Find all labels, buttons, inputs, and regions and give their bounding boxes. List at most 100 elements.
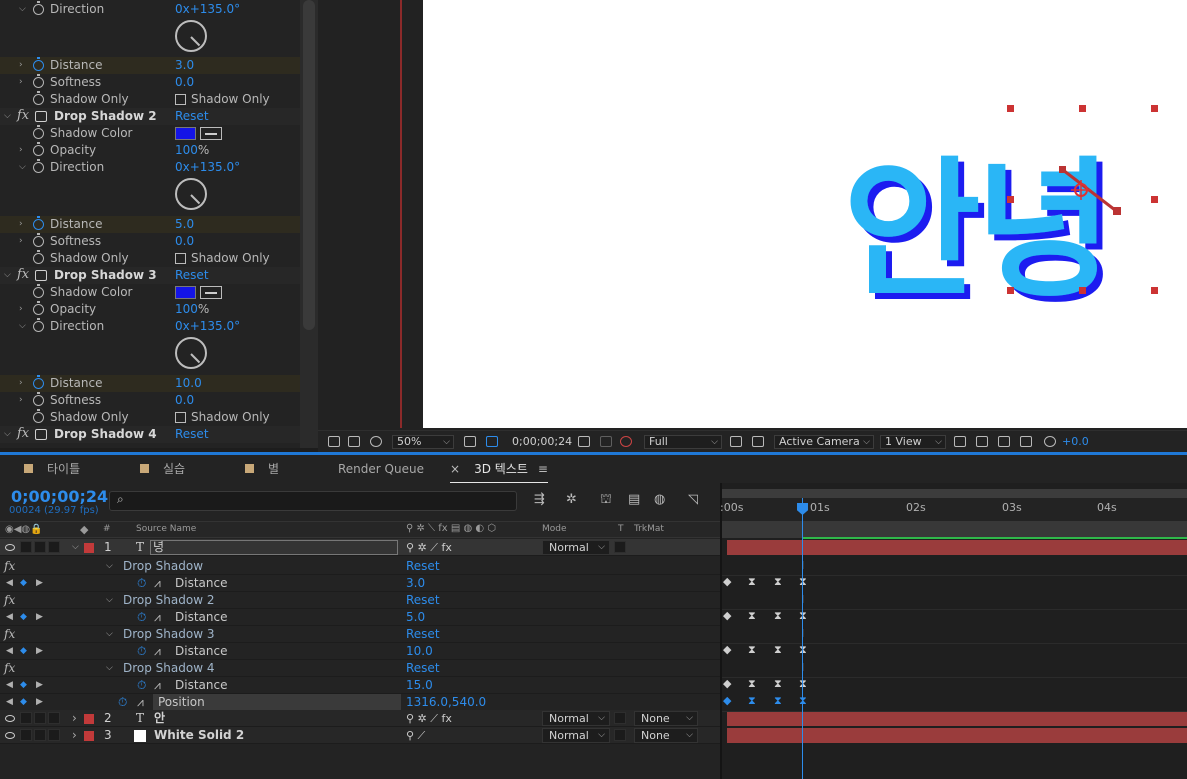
transparency-grid-icon[interactable] [752,436,764,447]
add-keyframe-icon[interactable]: ◆ [20,609,27,626]
effect-controls-scroll-thumb[interactable] [303,0,315,330]
property-row[interactable]: ◀ ◆ ▶ ⏱ ⩘ Position 1316.0,540.0 [0,694,720,711]
region-icon[interactable] [486,436,498,447]
channel-icon[interactable] [620,436,632,447]
reset-link[interactable]: Reset [175,108,209,125]
layer-duration-bar[interactable] [727,728,1187,743]
visibility-eye-icon[interactable] [5,544,15,551]
fx-icon[interactable]: fx [4,626,15,643]
property-number[interactable]: 100 [175,302,198,316]
layer-name[interactable]: White Solid 2 [154,727,244,744]
property-value[interactable]: 0.0 [175,74,194,91]
property-number[interactable]: 3.0 [175,58,194,72]
stopwatch-icon[interactable]: ⏱ [137,609,146,626]
stopwatch-icon[interactable] [33,1,44,15]
twirl-closed-icon[interactable]: › [19,233,23,250]
layer-switches[interactable]: ⚲ ⟋ [406,727,425,744]
graph-icon[interactable]: ⩘ [154,609,161,626]
effect-row[interactable]: fx ⌵ Drop Shadow 3 Reset [0,626,720,643]
twirl-open-icon[interactable]: ⌵ [19,159,26,176]
exposure-value[interactable]: +0.0 [1062,431,1089,453]
layer-name[interactable]: 안 [154,710,165,727]
stopwatch-icon[interactable]: ⏱ [118,694,127,711]
flowchart-icon[interactable] [1020,436,1032,447]
stopwatch-icon[interactable] [33,142,44,156]
keyframe[interactable]: ⧗ [748,609,756,623]
layer-name[interactable]: 녕 [150,540,398,555]
fx-toggle-icon[interactable]: fx [17,107,29,124]
fx-toggle-icon[interactable]: fx [17,425,29,442]
keyframe[interactable]: ◆ [723,694,731,707]
time-navigator[interactable] [722,521,1187,538]
twirl-open-icon[interactable]: ⌵ [4,108,11,125]
shadow-only-checkbox[interactable] [175,94,186,105]
prev-keyframe-icon[interactable]: ◀ [6,575,13,592]
effect-row[interactable]: fx ⌵ Drop Shadow 4 Reset [0,660,720,677]
stopwatch-icon[interactable]: ⏱ [137,575,146,592]
mask-icon[interactable] [370,436,382,447]
property-value[interactable]: 0x+135.0° [175,159,240,176]
shadow-only-checkbox[interactable] [175,412,186,423]
keyframe[interactable]: ⧗ [774,694,782,708]
property-value[interactable]: 100% [175,142,209,159]
effect-property-row[interactable]: › Distance 5.0 [0,216,300,233]
layer-row[interactable]: › 2 T 안 ⚲ ✲ ⟋ fx Normal ⌵ None ⌵ [0,710,720,727]
property-row[interactable]: ◀ ◆ ▶ ⏱ ⩘ Distance 10.0 [0,643,720,660]
effect-property-row[interactable]: ⌵ Direction 0x+135.0° [0,318,300,335]
effect-row[interactable]: fx ⌵ Drop Shadow 2 Reset [0,592,720,609]
graph-icon[interactable]: ⩘ [154,677,161,694]
twirl-open-icon[interactable]: ⌵ [19,318,26,335]
label-color-swatch[interactable] [84,731,94,741]
twirl-closed-icon[interactable]: › [19,74,23,91]
twirl-open-icon[interactable]: ⌵ [106,558,113,575]
property-value[interactable]: 5.0 [406,609,425,626]
visibility-eye-icon[interactable] [5,715,15,722]
stopwatch-icon[interactable] [33,392,44,406]
reset-link[interactable]: Reset [406,660,440,677]
property-number[interactable]: 0x+135.0° [175,319,240,333]
fx-icon[interactable]: fx [4,558,15,575]
reset-link[interactable]: Reset [406,558,440,575]
stopwatch-icon[interactable] [33,125,44,139]
grid-icon[interactable] [464,436,476,447]
twirl-open-icon[interactable]: ⌵ [106,660,113,677]
layer-duration-bar[interactable] [727,540,1187,555]
effect-property-row[interactable]: ⌵ Direction 0x+135.0° [0,1,300,18]
property-value[interactable]: 0.0 [175,392,194,409]
draft-3d-icon[interactable]: ✲ [566,492,577,507]
graph-icon[interactable]: ⩘ [154,643,161,660]
graph-icon[interactable]: ⩘ [154,575,161,592]
add-keyframe-icon[interactable]: ◆ [20,643,27,660]
property-row[interactable]: ◀ ◆ ▶ ⏱ ⩘ Distance 15.0 [0,677,720,694]
blend-mode-dropdown[interactable]: Normal ⌵ [542,728,610,743]
effect-property-row[interactable]: Shadow Only Shadow Only [0,91,300,108]
stopwatch-icon[interactable] [33,159,44,173]
property-value[interactable]: 3.0 [406,575,425,592]
effect-property-row[interactable]: Shadow Only Shadow Only [0,409,300,426]
reset-exposure-icon[interactable] [1044,436,1056,447]
next-keyframe-icon[interactable]: ▶ [36,643,43,660]
trkmat-dropdown[interactable]: None ⌵ [634,711,698,726]
tab-4[interactable]: × 3D 텍스트 ≡ [450,455,548,483]
stopwatch-icon[interactable]: ⏱ [137,677,146,694]
graph-editor-icon[interactable]: ◹ [688,492,698,507]
label-color-swatch[interactable] [84,543,94,553]
effect-row[interactable]: fx ⌵ Drop Shadow Reset [0,558,720,575]
twirl-closed-icon[interactable]: › [19,301,23,318]
twirl-open-icon[interactable]: ⌵ [106,592,113,609]
property-value[interactable]: 0.0 [175,233,194,250]
direction-dial[interactable] [175,178,207,210]
add-keyframe-icon[interactable]: ◆ [20,575,27,592]
view-layout-dropdown[interactable]: 1 View ⌵ [880,435,946,449]
viewer-timecode[interactable]: 0;00;00;24 [512,431,572,453]
fx-icon[interactable]: fx [4,660,15,677]
stopwatch-icon[interactable] [33,375,44,389]
layer-row[interactable]: ⌵ 1 T 녕 ⚲ ✲ ⟋ fx Normal ⌵ [0,539,720,556]
property-value[interactable]: 10.0 [406,643,433,660]
twirl-closed-icon[interactable]: › [19,375,23,392]
fx-icon[interactable]: fx [4,592,15,609]
stopwatch-icon[interactable] [33,233,44,247]
tab-close-icon[interactable]: × [450,462,460,476]
property-number[interactable]: 0.0 [175,234,194,248]
timeline-timecode[interactable]: 0;00;00;24 [11,487,108,506]
